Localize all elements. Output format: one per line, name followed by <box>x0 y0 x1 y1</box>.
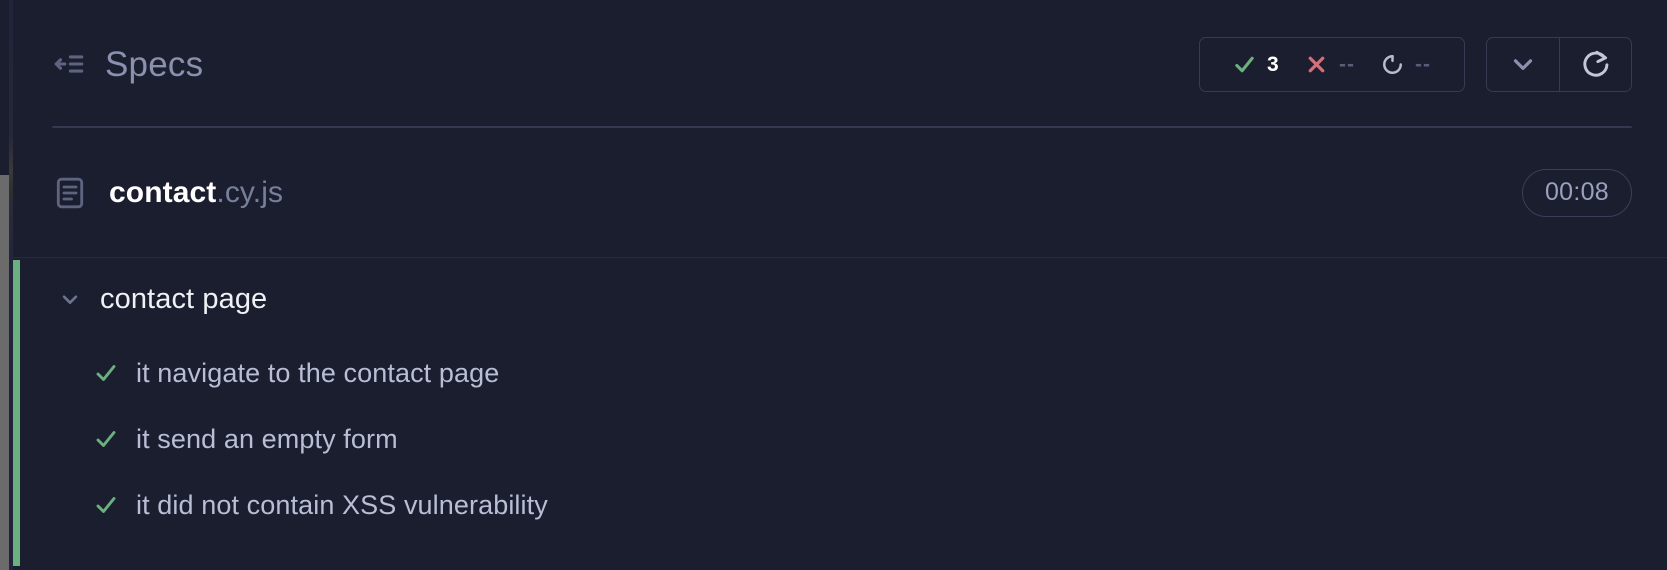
specs-panel: Specs 3 -- -- contact.cy.js 00:08 contac… <box>0 0 1667 570</box>
stat-passed: 3 <box>1220 53 1292 76</box>
stat-pending-value: -- <box>1415 52 1431 76</box>
stat-passed-value: 3 <box>1267 52 1279 76</box>
stat-failed-value: -- <box>1339 52 1355 76</box>
vertical-scrollbar[interactable] <box>0 0 9 570</box>
check-icon <box>96 365 116 381</box>
chevron-down-icon[interactable] <box>59 288 81 310</box>
stat-pending: -- <box>1368 53 1444 76</box>
spec-duration-badge: 00:08 <box>1521 169 1632 217</box>
test-title: it send an empty form <box>136 423 398 454</box>
file-document-icon <box>56 177 84 209</box>
x-icon <box>1308 56 1325 72</box>
test-title: it did not contain XSS vulnerability <box>136 489 548 520</box>
circle-arrow-icon <box>1383 54 1402 74</box>
specs-header: Specs 3 -- -- <box>13 0 1667 128</box>
test-row[interactable]: it send an empty form <box>94 406 1667 472</box>
test-results: contact page it navigate to the contact … <box>10 258 1667 566</box>
chevron-down-icon <box>1513 59 1533 70</box>
check-icon <box>1235 56 1254 72</box>
arrow-left-collapse-icon[interactable] <box>52 47 86 81</box>
test-suite-header[interactable]: contact page <box>52 258 1667 340</box>
spec-file-name: contact.cy.js <box>109 178 283 208</box>
check-icon <box>96 497 116 513</box>
spec-file-extension: .cy.js <box>216 176 284 209</box>
test-row[interactable]: it navigate to the contact page <box>94 340 1667 406</box>
scrollbar-thumb[interactable] <box>0 175 9 570</box>
rerun-button[interactable] <box>1559 37 1631 91</box>
back-to-specs[interactable]: Specs <box>52 47 203 82</box>
spec-file-basename: contact <box>109 176 217 209</box>
test-title: it navigate to the contact page <box>136 357 500 388</box>
stat-failed: -- <box>1292 53 1368 76</box>
test-suite-title: contact page <box>100 282 268 315</box>
test-stats-summary: 3 -- -- <box>1199 36 1465 92</box>
refresh-icon <box>1582 50 1608 77</box>
header-button-group <box>1486 36 1632 92</box>
header-actions: 3 -- -- <box>1199 36 1632 92</box>
spec-file-row[interactable]: contact.cy.js 00:08 <box>13 128 1667 258</box>
check-icon <box>96 431 116 447</box>
test-row[interactable]: it did not contain XSS vulnerability <box>94 472 1667 538</box>
expand-options-button[interactable] <box>1487 38 1559 91</box>
page-title: Specs <box>105 44 204 84</box>
panel-edge-shadow <box>9 0 13 570</box>
specs-content: Specs 3 -- -- contact.cy.js 00:08 contac… <box>10 0 1667 570</box>
test-list: it navigate to the contact page it send … <box>52 340 1667 538</box>
